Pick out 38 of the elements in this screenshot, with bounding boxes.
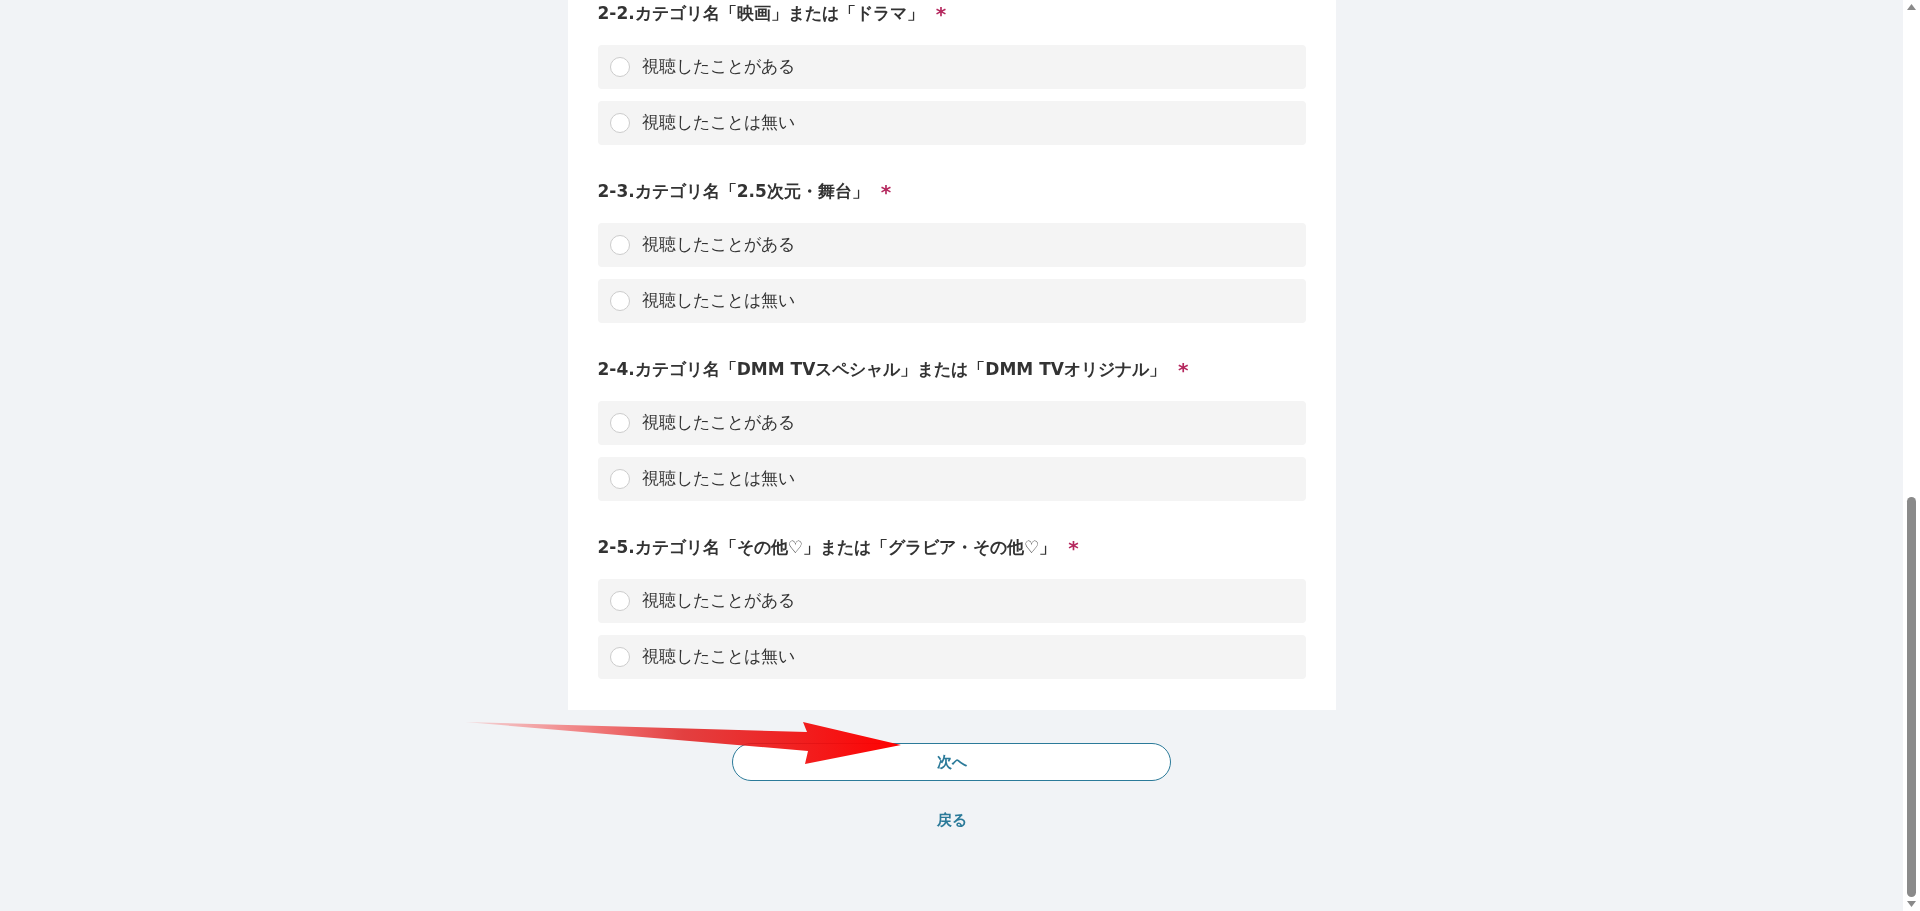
option-label: 視聴したことは無い — [641, 289, 795, 313]
question-title: 2-4.カテゴリ名「DMM TVスペシャル」または「DMM TVオリジナル」 — [597, 358, 1166, 382]
radio-button[interactable] — [609, 647, 630, 667]
option-label: 視聴したことがある — [641, 55, 795, 79]
question-title: 2-2.カテゴリ名「映画」または「ドラマ」 — [597, 2, 924, 26]
radio-option[interactable]: 視聴したことは無い — [597, 457, 1306, 501]
option-label: 視聴したことがある — [641, 411, 795, 435]
back-link[interactable]: 戻る — [936, 809, 967, 832]
radio-option[interactable]: 視聴したことは無い — [597, 101, 1306, 145]
scrollbar[interactable] — [1903, 0, 1920, 911]
radio-button[interactable] — [609, 57, 630, 77]
radio-button[interactable] — [609, 469, 630, 489]
scroll-up-icon[interactable] — [1907, 4, 1916, 10]
radio-button[interactable] — [609, 291, 630, 311]
required-mark: * — [880, 179, 892, 206]
question-title: 2-3.カテゴリ名「2.5次元・舞台」 — [597, 180, 869, 204]
required-mark: * — [1177, 357, 1189, 384]
question-title: 2-5.カテゴリ名「その他♡」または「グラビア・その他♡」 — [597, 536, 1057, 560]
option-label: 視聴したことは無い — [641, 467, 795, 491]
radio-button[interactable] — [609, 413, 630, 433]
radio-button[interactable] — [609, 113, 630, 133]
radio-option[interactable]: 視聴したことがある — [597, 45, 1306, 89]
radio-option[interactable]: 視聴したことがある — [597, 223, 1306, 267]
required-mark: * — [935, 1, 947, 28]
option-label: 視聴したことがある — [641, 589, 795, 613]
required-mark: * — [1068, 535, 1079, 562]
radio-button[interactable] — [609, 235, 630, 255]
radio-button[interactable] — [609, 591, 630, 611]
scroll-down-icon[interactable] — [1907, 901, 1916, 907]
radio-option[interactable]: 視聴したことがある — [597, 401, 1306, 445]
option-label: 視聴したことがある — [641, 233, 795, 257]
radio-option[interactable]: 視聴したことは無い — [597, 635, 1306, 679]
radio-option[interactable]: 視聴したことは無い — [597, 279, 1306, 323]
option-label: 視聴したことは無い — [641, 645, 795, 669]
radio-option[interactable]: 視聴したことがある — [597, 579, 1306, 623]
scrollbar-thumb[interactable] — [1907, 497, 1916, 897]
next-button[interactable]: 次へ — [732, 743, 1171, 781]
option-label: 視聴したことは無い — [641, 111, 795, 135]
